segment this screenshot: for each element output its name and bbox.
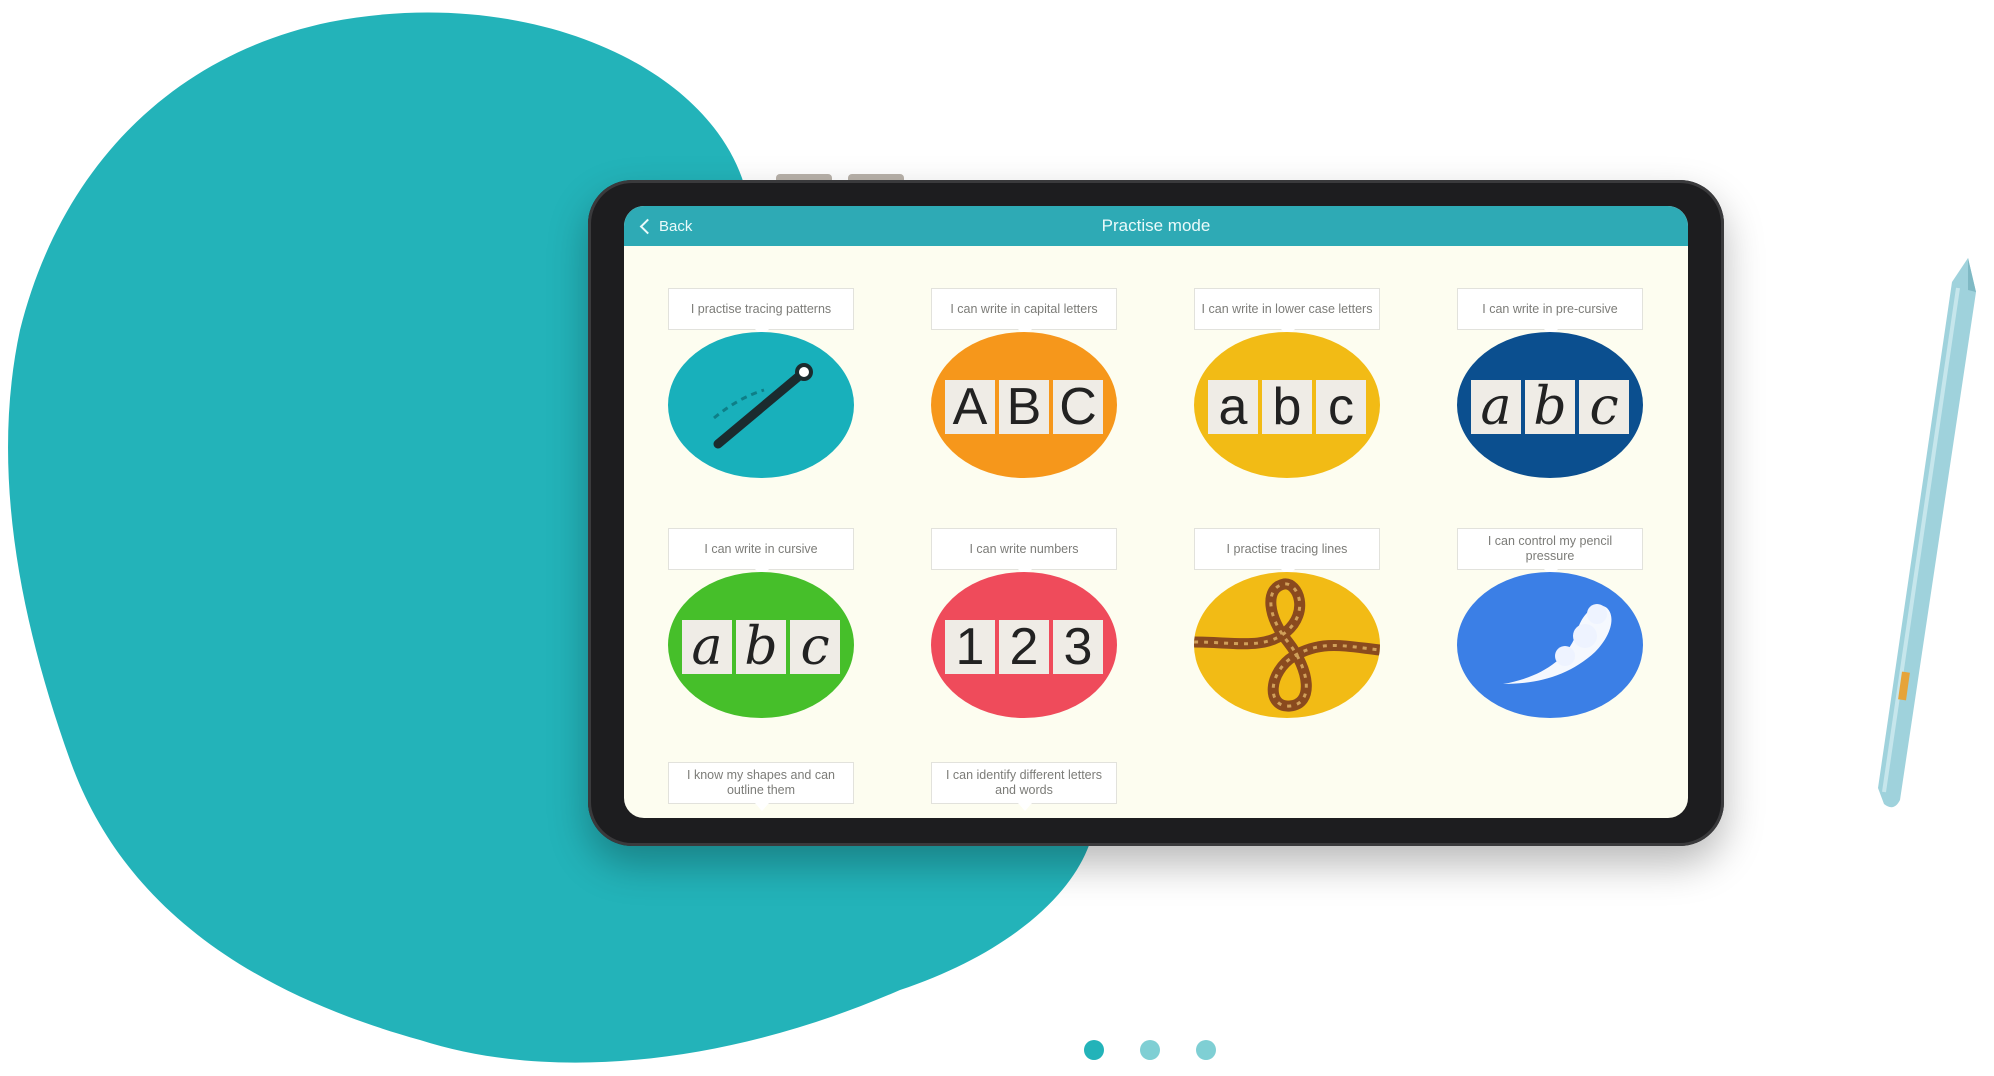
number-card: 3 (1053, 620, 1103, 674)
number-card: 1 (945, 620, 995, 674)
carousel-pagination (1084, 1040, 1216, 1060)
number-card: 2 (999, 620, 1049, 674)
tile-label: I can write in capital letters (931, 288, 1117, 337)
tile-label: I can write in cursive (668, 528, 854, 577)
cursive-letters-icon: a b c (668, 572, 854, 718)
tile-label: I can write in pre-cursive (1457, 288, 1643, 337)
tile-pencil-pressure[interactable]: I can control my pencil pressure (1457, 528, 1643, 718)
letter-card: b (1525, 380, 1575, 434)
letter-card: c (790, 620, 840, 674)
tile-label: I can control my pencil pressure (1457, 528, 1643, 577)
tile-label: I practise tracing patterns (668, 288, 854, 337)
stylus-pencil (1878, 258, 1976, 808)
letter-card: a (1208, 380, 1258, 434)
pagination-dot[interactable] (1140, 1040, 1160, 1060)
pagination-dot[interactable] (1196, 1040, 1216, 1060)
letter-card: c (1316, 380, 1366, 434)
letter-card: a (1471, 380, 1521, 434)
letter-card: A (945, 380, 995, 434)
letter-card: a (682, 620, 732, 674)
tile-identify-letters-words[interactable]: I can identify different letters and wor… (931, 762, 1117, 811)
tile-tracing-lines[interactable]: I practise tracing lines (1194, 528, 1380, 718)
page-title: Practise mode (1101, 216, 1211, 235)
letter-card: B (999, 380, 1049, 434)
letter-card: C (1053, 380, 1103, 434)
tile-capital-letters[interactable]: I can write in capital letters A B C (931, 288, 1117, 478)
tracing-lines-icon (1194, 572, 1380, 718)
wand-tracing-icon (668, 332, 854, 478)
tile-lower-case-letters[interactable]: I can write in lower case letters a b c (1194, 288, 1380, 478)
capital-letters-icon: A B C (931, 332, 1117, 478)
letter-card: b (1262, 380, 1312, 434)
tablet-screen: Back Practise mode I practise tracing pa… (624, 206, 1688, 818)
tile-label: I can identify different letters and wor… (931, 762, 1117, 811)
letter-card: b (736, 620, 786, 674)
numbers-icon: 1 2 3 (931, 572, 1117, 718)
letter-card: c (1579, 380, 1629, 434)
lowercase-letters-icon: a b c (1194, 332, 1380, 478)
pencil-pressure-icon (1457, 572, 1643, 718)
tile-label: I practise tracing lines (1194, 528, 1380, 577)
precursive-letters-icon: a b c (1457, 332, 1643, 478)
tile-tracing-patterns[interactable]: I practise tracing patterns (668, 288, 854, 478)
tile-label: I can write numbers (931, 528, 1117, 577)
tile-cursive[interactable]: I can write in cursive a b c (668, 528, 854, 718)
tile-pre-cursive[interactable]: I can write in pre-cursive a b c (1457, 288, 1643, 478)
app-bar: Back Practise mode (624, 206, 1688, 246)
pagination-dot[interactable] (1084, 1040, 1104, 1060)
tile-shapes[interactable]: I know my shapes and can outline them (668, 762, 854, 811)
tile-label: I can write in lower case letters (1194, 288, 1380, 337)
tile-numbers[interactable]: I can write numbers 1 2 3 (931, 528, 1117, 718)
tablet-device: Back Practise mode I practise tracing pa… (588, 180, 1724, 846)
tile-label: I know my shapes and can outline them (668, 762, 854, 811)
